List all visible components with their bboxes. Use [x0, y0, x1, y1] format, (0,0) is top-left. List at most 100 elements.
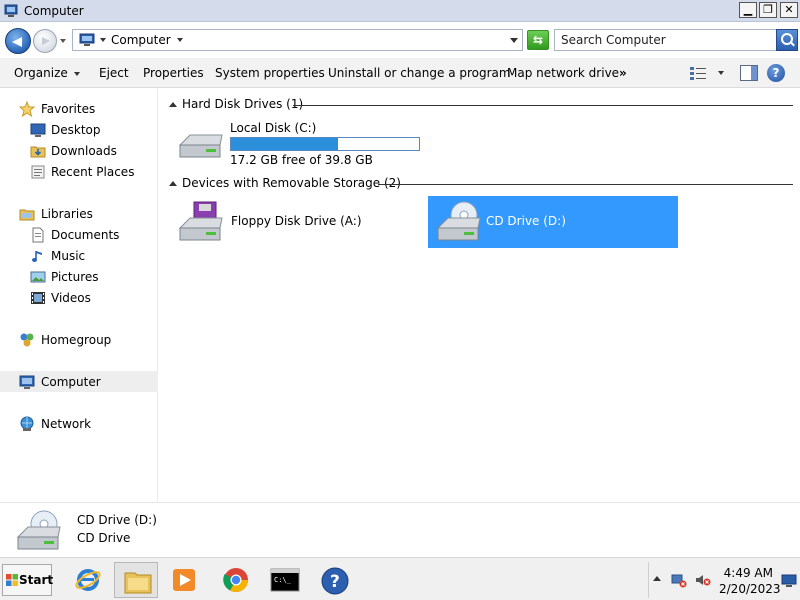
group-hard-disk-drives[interactable]: Hard Disk Drives (1)	[160, 96, 800, 114]
sidebar-item-label: Network	[41, 416, 92, 431]
taskbar-help[interactable]: ?	[312, 562, 356, 598]
music-note-icon	[32, 250, 42, 262]
collapse-icon[interactable]	[169, 181, 177, 186]
command-bar: Organize Eject Properties System propert…	[0, 58, 800, 88]
sidebar-item-label: Libraries	[41, 206, 93, 221]
drive-floppy-a[interactable]: Floppy Disk Drive (A:)	[170, 196, 420, 248]
title-bar: Computer	[0, 0, 800, 22]
window-title: Computer	[24, 3, 84, 18]
minimize-button[interactable]: ▁	[739, 2, 757, 18]
breadcrumb-computer[interactable]: Computer	[111, 33, 171, 47]
map-network-drive-button[interactable]: Map network drive	[507, 58, 619, 88]
drive-capacity-fill	[231, 138, 338, 150]
desktop-icon	[30, 123, 46, 137]
recent-pages-dropdown[interactable]	[60, 39, 66, 43]
taskbar-file-explorer[interactable]	[114, 562, 158, 598]
downloads-folder-icon	[30, 146, 46, 157]
properties-button[interactable]: Properties	[143, 58, 204, 88]
refresh-button[interactable]: ⇆	[527, 30, 549, 50]
maximize-button[interactable]: ❐	[759, 2, 777, 18]
details-name: CD Drive (D:)	[77, 513, 157, 527]
address-bar[interactable]: Computer	[72, 29, 523, 51]
folder-icon	[124, 572, 152, 594]
star-icon	[19, 100, 35, 117]
taskbar-chrome[interactable]	[214, 562, 258, 598]
navigation-bar: Computer ⇆	[0, 22, 800, 58]
drive-free-space: 17.2 GB free of 39.8 GB	[230, 153, 373, 167]
view-options-dropdown[interactable]	[718, 71, 724, 75]
network-status-icon[interactable]	[671, 572, 687, 588]
sidebar-item-label: Favorites	[41, 101, 96, 116]
windows-logo-icon	[6, 574, 18, 586]
sidebar-item-favorites[interactable]: Favorites	[0, 98, 158, 119]
sidebar-item-music[interactable]: Music	[0, 245, 158, 266]
libraries-icon	[19, 209, 35, 220]
sidebar-item-documents[interactable]: Documents	[0, 224, 158, 245]
start-button[interactable]: Start	[2, 564, 54, 596]
svg-text:?: ?	[330, 572, 340, 592]
drive-cd-d[interactable]: CD Drive (D:)	[428, 196, 678, 248]
sidebar-item-homegroup[interactable]: Homegroup	[0, 329, 158, 350]
file-list: Hard Disk Drives (1) Local Disk (C:) 17.…	[160, 89, 800, 502]
taskbar: Start C:\_ ? 4:49 AM 2/20/2023	[0, 557, 800, 600]
drive-name: Floppy Disk Drive (A:)	[231, 214, 362, 228]
show-desktop-icon[interactable]	[781, 574, 797, 588]
preview-pane-icon[interactable]	[740, 65, 758, 81]
close-button[interactable]: ✕	[780, 2, 798, 18]
chrome-icon	[223, 568, 248, 593]
cd-drive-icon	[436, 201, 481, 241]
sidebar-item-label: Desktop	[51, 122, 101, 137]
details-type: CD Drive	[77, 531, 131, 545]
address-history-dropdown[interactable]	[510, 38, 518, 43]
clock-date[interactable]: 2/20/2023	[719, 582, 781, 596]
sidebar-item-desktop[interactable]: Desktop	[0, 119, 158, 140]
sidebar-item-label: Pictures	[51, 269, 99, 284]
taskbar-media-player[interactable]	[162, 562, 206, 598]
sidebar-item-network[interactable]: Network	[0, 413, 158, 434]
volume-muted-icon[interactable]	[695, 572, 711, 588]
system-properties-button[interactable]: System properties	[215, 58, 325, 88]
details-pane: CD Drive (D:) CD Drive	[0, 502, 800, 556]
more-commands-button[interactable]: »	[619, 58, 627, 88]
forward-button[interactable]	[33, 29, 57, 53]
search-input[interactable]	[555, 30, 767, 50]
uninstall-program-button[interactable]: Uninstall or change a program	[328, 58, 511, 88]
sidebar-item-downloads[interactable]: Downloads	[0, 140, 158, 161]
collapse-icon[interactable]	[169, 102, 177, 107]
svg-text:C:\_: C:\_	[274, 576, 292, 584]
chevron-down-icon[interactable]	[176, 38, 183, 42]
start-label: Start	[19, 573, 54, 587]
help-icon: ?	[321, 567, 349, 595]
eject-button[interactable]: Eject	[99, 58, 129, 88]
sidebar-item-computer[interactable]: Computer	[0, 371, 158, 392]
organize-button[interactable]: Organize	[14, 58, 80, 88]
sidebar-item-libraries[interactable]: Libraries	[0, 203, 158, 224]
sidebar-item-pictures[interactable]: Pictures	[0, 266, 158, 287]
sidebar-item-label: Computer	[41, 374, 101, 389]
system-tray: 4:49 AM 2/20/2023	[648, 562, 800, 598]
show-hidden-icons-icon[interactable]	[653, 576, 661, 581]
chevron-down-icon	[73, 71, 80, 76]
navigation-pane: Favorites Desktop Downloads Recent Place…	[0, 89, 158, 502]
media-player-icon	[173, 569, 195, 591]
change-view-icon[interactable]	[690, 66, 706, 80]
homegroup-icon	[20, 333, 34, 346]
floppy-drive-icon	[178, 201, 223, 241]
taskbar-command-prompt[interactable]: C:\_	[262, 562, 306, 598]
hard-drive-icon	[178, 134, 223, 158]
group-removable-storage[interactable]: Devices with Removable Storage (2)	[160, 175, 800, 193]
search-icon[interactable]	[776, 29, 798, 51]
drive-local-disk-c[interactable]: Local Disk (C:) 17.2 GB free of 39.8 GB	[170, 119, 440, 169]
search-box[interactable]	[554, 29, 798, 51]
help-icon[interactable]: ?	[767, 64, 785, 82]
clock-time[interactable]: 4:49 AM	[723, 566, 773, 580]
chevron-right-icon[interactable]	[100, 38, 106, 42]
sidebar-item-label: Recent Places	[51, 164, 135, 179]
sidebar-item-label: Videos	[51, 290, 91, 305]
group-divider	[293, 105, 793, 106]
taskbar-internet-explorer[interactable]	[66, 562, 110, 598]
sidebar-item-videos[interactable]: Videos	[0, 287, 158, 308]
sidebar-item-label: Music	[51, 248, 86, 263]
sidebar-item-recent-places[interactable]: Recent Places	[0, 161, 158, 182]
back-button[interactable]	[5, 28, 31, 54]
